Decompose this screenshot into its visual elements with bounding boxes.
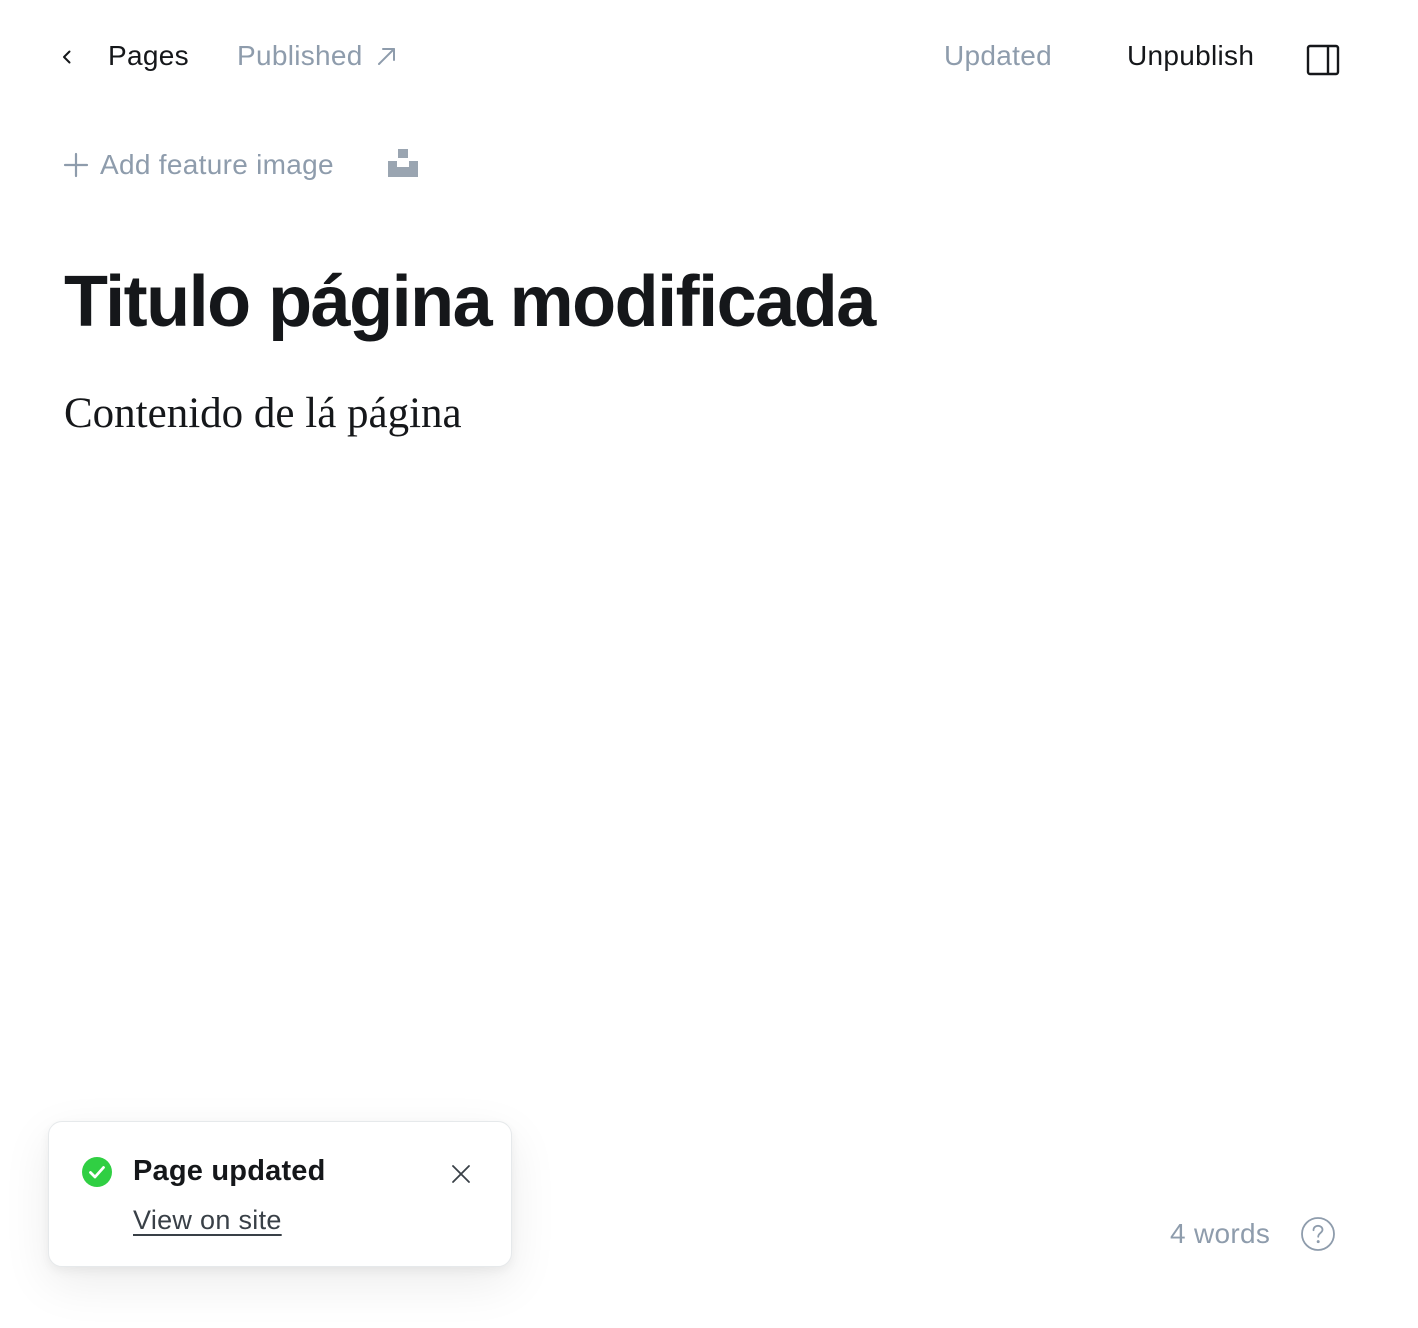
page-body-paragraph[interactable]: Contenido de lá página [64, 386, 462, 442]
chevron-left-icon [63, 50, 71, 64]
word-count: 4 words [1170, 1218, 1271, 1249]
back-button[interactable] [52, 40, 82, 74]
add-feature-image-label: Add feature image [100, 149, 334, 180]
toast-title: Page updated [133, 1155, 326, 1187]
toast-status [81, 1156, 113, 1188]
save-status: Updated [944, 40, 1052, 71]
editor-header: Pages Published Updated Unpublish [0, 0, 1418, 112]
unsplash-button[interactable] [388, 149, 420, 179]
unpublish-button[interactable]: Unpublish [1127, 38, 1254, 74]
close-icon [452, 1165, 470, 1183]
unsplash-icon [388, 149, 418, 177]
published-status-link[interactable]: Published [237, 38, 399, 74]
toast-close-button[interactable] [447, 1160, 475, 1188]
notification-toast: Page updated View on site [48, 1121, 512, 1267]
view-on-site-link[interactable]: View on site [133, 1202, 282, 1238]
arrow-up-right-icon [377, 48, 395, 65]
add-feature-image-button[interactable]: Add feature image [62, 146, 334, 184]
sidebar-panel-icon [1306, 44, 1340, 76]
page-title[interactable]: Titulo página modificada [64, 258, 876, 346]
sidebar-toggle-button[interactable] [1306, 44, 1340, 76]
help-button[interactable] [1300, 1216, 1336, 1252]
breadcrumb-pages-link[interactable]: Pages [108, 38, 189, 74]
question-circle-icon [1301, 1217, 1335, 1251]
published-status-label: Published [237, 40, 363, 71]
check-circle-icon [82, 1157, 112, 1187]
plus-icon [63, 152, 89, 178]
